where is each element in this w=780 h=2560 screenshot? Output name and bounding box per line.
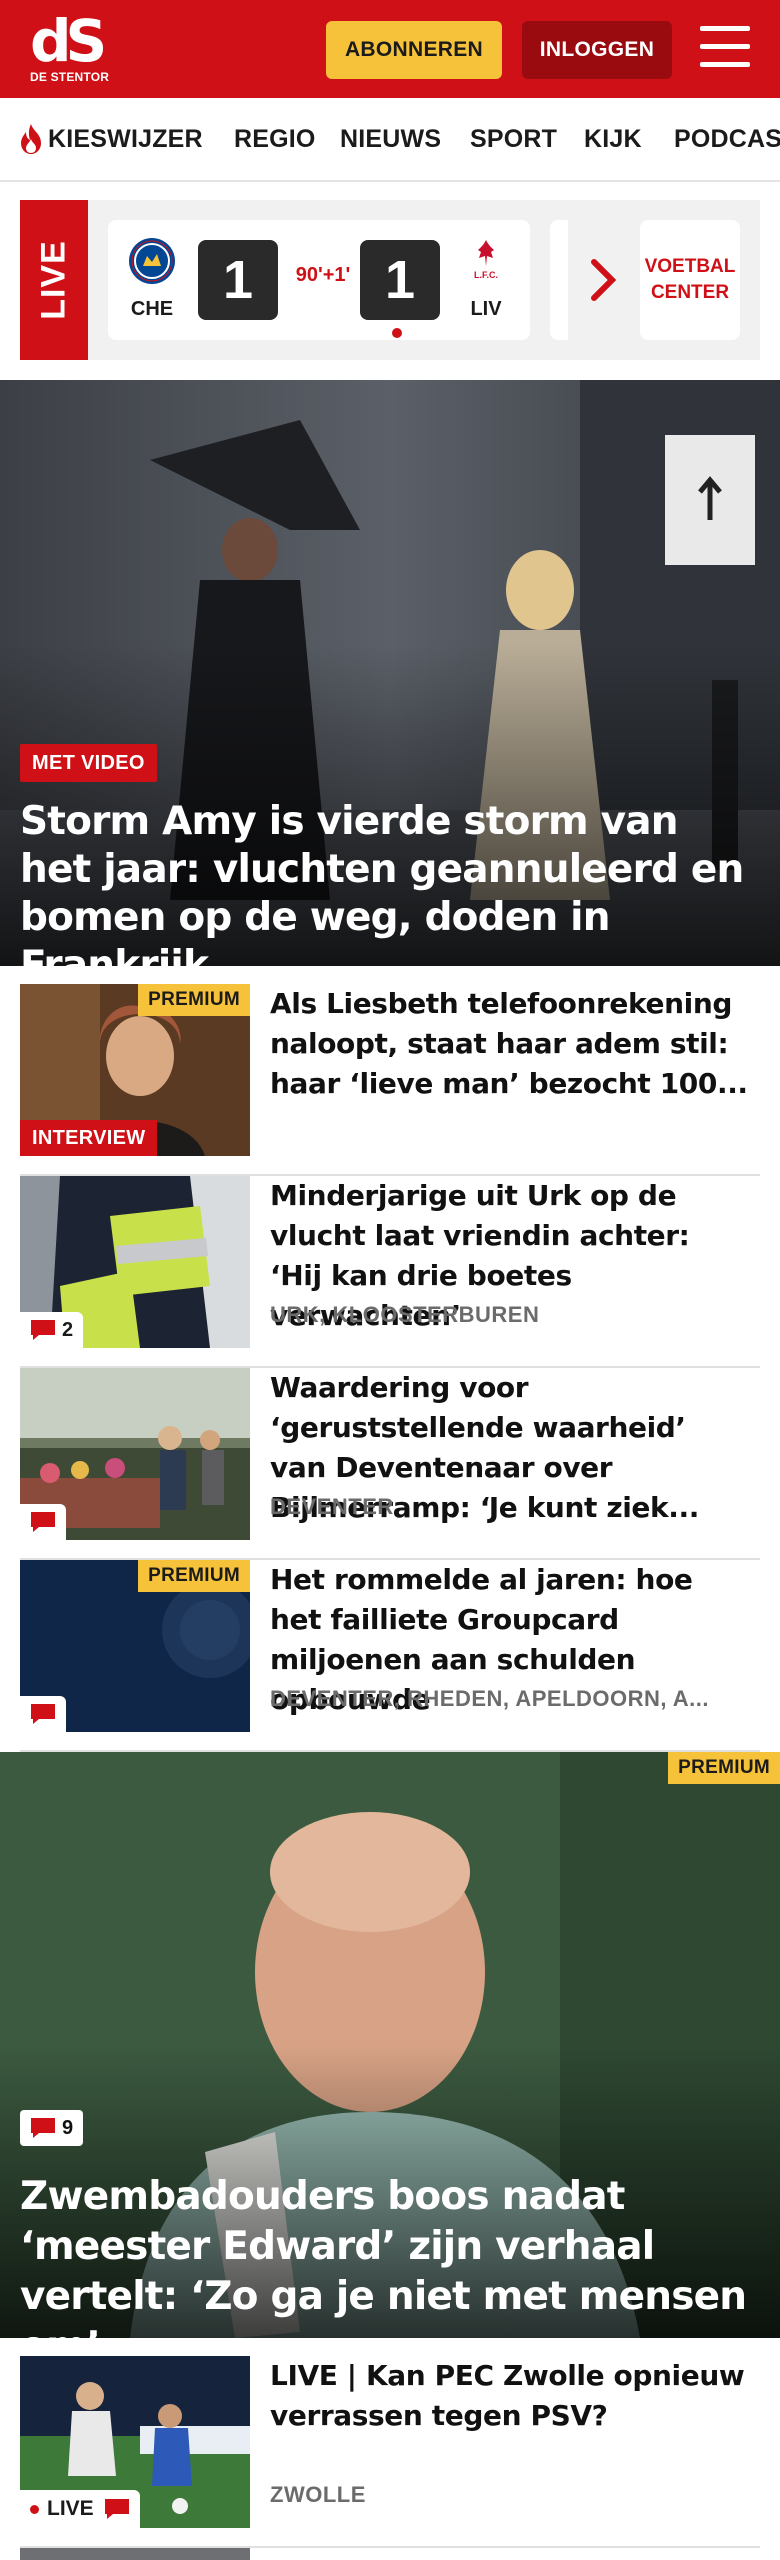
live-score-bar: LIVE CHE 1 90'+1' 1 L.F.C. LIV VOETBAL C… (20, 200, 760, 360)
article-title: Als Liesbeth telefoonrekening naloopt, s… (270, 987, 748, 1100)
away-team-code: LIV (470, 298, 502, 320)
match-card[interactable]: CHE 1 90'+1' 1 L.F.C. LIV (108, 220, 530, 340)
nav-label: PODCAST (674, 124, 780, 153)
live-indicator: LIVE (20, 2490, 140, 2528)
list-item[interactable] (20, 2548, 760, 2560)
comment-icon (31, 1704, 55, 1724)
match-minute: 90'+1' (295, 264, 351, 286)
nav-label: KIJK (584, 124, 642, 153)
article-location: ZWOLLE (270, 2482, 366, 2507)
comment-icon (31, 2118, 55, 2138)
hero-title: Storm Amy is vierde storm van het jaar: … (20, 799, 744, 966)
article-thumbnail (20, 2548, 250, 2560)
feature-title: Zwembadouders boos nadat ‘meester Edward… (20, 2174, 747, 2338)
live-dot (30, 2504, 39, 2514)
comment-count-badge (20, 1504, 66, 1540)
article-location: URK, KLOOSTERBUREN (270, 1302, 540, 1327)
list-item[interactable]: 2 Minderjarige uit Urk op de vlucht laat… (20, 1176, 760, 1368)
hero-article[interactable]: MET VIDEO Storm Amy is vierde storm van … (0, 380, 780, 966)
nav-item-nieuws[interactable]: NIEUWS (340, 98, 441, 180)
hamburger-icon[interactable] (700, 26, 750, 72)
chevron-right-icon[interactable] (588, 258, 618, 302)
nav-item-podcast[interactable]: PODCAST (674, 98, 780, 180)
live-label: LIVE (47, 2497, 94, 2520)
list-item[interactable]: PREMIUM INTERVIEW Als Liesbeth telefoonr… (20, 984, 760, 1176)
feature-article[interactable]: PREMIUM 9 Zwembadouders boos nadat ‘mees… (0, 1752, 780, 2338)
logo-mark: dS (30, 7, 107, 75)
interview-label: INTERVIEW (20, 1120, 158, 1156)
live-tag-label: LIVE (34, 240, 73, 320)
comment-icon (31, 1320, 55, 1340)
subscribe-button[interactable]: ABONNEREN (326, 21, 502, 79)
nav-item-regio[interactable]: REGIO (234, 98, 316, 180)
nav-label: REGIO (234, 124, 316, 153)
comment-count-badge: 9 (20, 2110, 84, 2146)
login-button[interactable]: INLOGGEN (522, 21, 672, 79)
liverpool-crest-icon: L.F.C. (474, 240, 498, 280)
premium-badge: PREMIUM (668, 1752, 780, 1784)
chelsea-crest-icon (129, 238, 175, 284)
site-logo[interactable]: dS DE STENTOR (30, 12, 112, 88)
nav-item-sport[interactable]: SPORT (470, 98, 557, 180)
premium-badge: PREMIUM (138, 984, 250, 1016)
nav-item-kijk[interactable]: KIJK (584, 98, 642, 180)
article-thumbnail: LIVE (20, 2356, 250, 2528)
article-location: DEVENTER (270, 1494, 394, 1519)
voetbal-center-button[interactable]: VOETBAL CENTER (640, 220, 740, 340)
list-item[interactable]: Waardering voor ‘geruststellen­de waarhe… (20, 1368, 760, 1560)
svg-text:L.F.C.: L.F.C. (474, 270, 498, 280)
nav-label: SPORT (470, 124, 558, 153)
home-team-code: CHE (130, 298, 174, 320)
next-match-card[interactable] (550, 220, 568, 340)
away-team: L.F.C. LIV (456, 236, 516, 321)
article-thumbnail: PREMIUM (20, 1560, 250, 1732)
main-nav: KIESWIJZER REGIO NIEUWS SPORT KIJK PODCA… (0, 98, 780, 182)
article-thumbnail: PREMIUM INTERVIEW (20, 984, 250, 1156)
article-title: LIVE | Kan PEC Zwolle opnieuw verrassen … (270, 2359, 745, 2432)
logo-subtitle: DE STENTOR (30, 70, 110, 84)
top-header: dS DE STENTOR ABONNEREN INLOGGEN (0, 0, 780, 98)
video-badge: MET VIDEO (20, 744, 157, 782)
away-score: 1 (360, 240, 440, 320)
article-thumbnail (20, 1368, 250, 1540)
comment-count: 2 (62, 1318, 74, 1341)
nav-item-kieswijzer[interactable]: KIESWIJZER (18, 98, 203, 180)
comment-icon (104, 2499, 129, 2519)
article-location: DEVENTER, RHEDEN, APELDOORN, A... (270, 1686, 710, 1711)
comment-icon (31, 1512, 55, 1532)
list-item[interactable]: PREMIUM Het rommelde al jaren: hoe het f… (20, 1560, 760, 1752)
comment-count-badge: 2 (20, 1312, 84, 1348)
goal-indicator (390, 326, 404, 340)
premium-badge: PREMIUM (138, 1560, 250, 1592)
home-team: CHE (122, 236, 182, 321)
comment-count-badge (20, 1696, 66, 1732)
flame-icon (21, 124, 41, 154)
nav-label: KIESWIJZER (48, 124, 203, 153)
live-tag: LIVE (20, 200, 88, 360)
article-thumbnail: 2 (20, 1176, 250, 1348)
home-score: 1 (198, 240, 278, 320)
list-item[interactable]: LIVE LIVE | Kan PEC Zwolle opnieuw verra… (20, 2356, 760, 2548)
nav-label: NIEUWS (340, 124, 442, 153)
comment-count: 9 (62, 2116, 74, 2139)
